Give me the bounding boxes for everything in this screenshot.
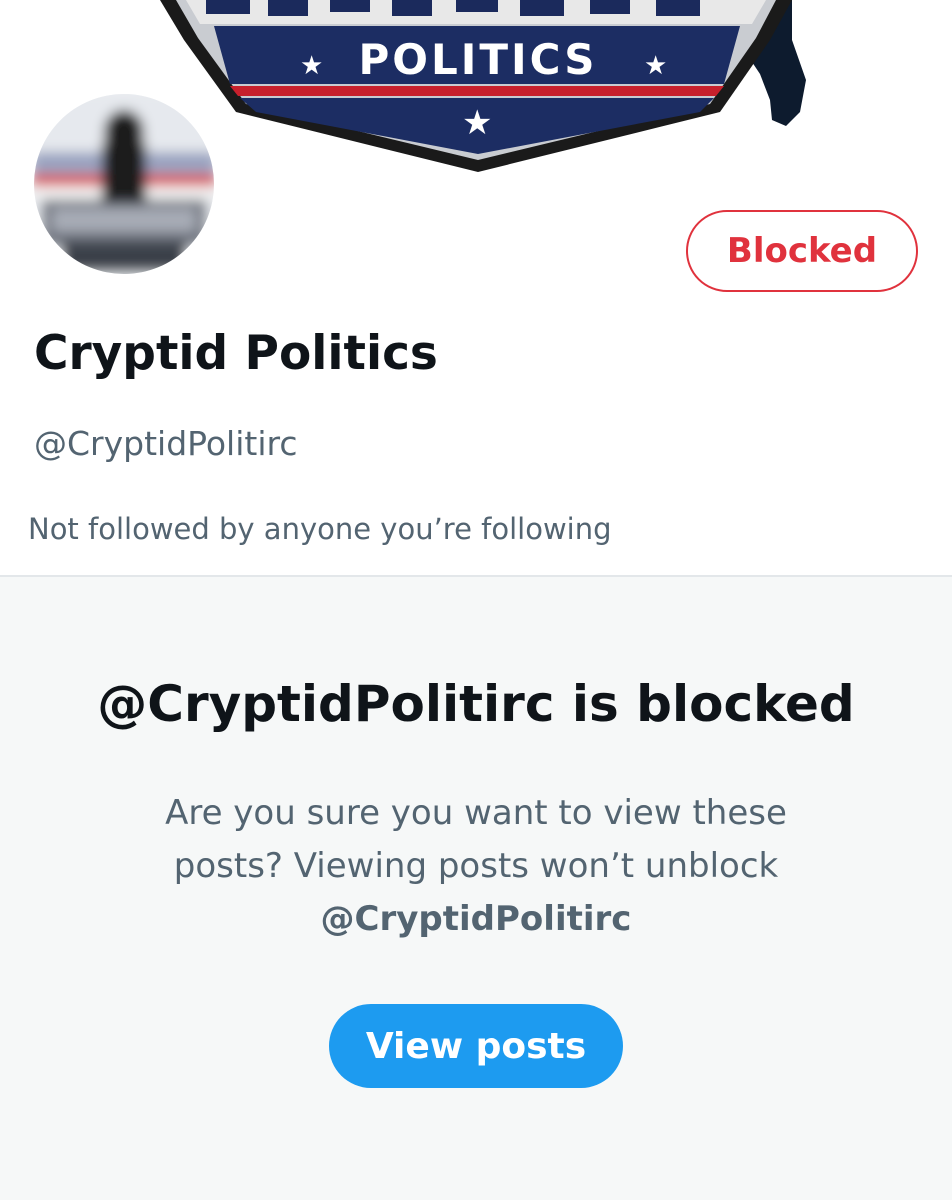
star-icon: ★ xyxy=(644,51,667,81)
banner-red-stripe xyxy=(230,86,724,96)
blocked-notice-description-handle: @CryptidPolitirc xyxy=(320,899,632,939)
profile-handle: @CryptidPolitirc xyxy=(34,424,298,463)
followers-you-know-note[interactable]: Not followed by anyone you’re following xyxy=(28,512,612,546)
view-posts-button[interactable]: View posts xyxy=(329,1004,623,1088)
blocked-notice-panel: @CryptidPolitirc is blocked Are you sure… xyxy=(0,577,952,1200)
profile-page: ★ ★ ★ POLITICS Blocked Cryptid Politics … xyxy=(0,0,952,1200)
blocked-button[interactable]: Blocked xyxy=(686,210,918,292)
avatar[interactable] xyxy=(32,92,216,276)
blocked-notice-title: @CryptidPolitirc is blocked xyxy=(97,675,855,733)
blocked-notice-description-text: Are you sure you want to view these post… xyxy=(165,793,787,886)
star-icon: ★ xyxy=(462,103,492,143)
blocked-notice-description: Are you sure you want to view these post… xyxy=(126,787,826,946)
profile-display-name: Cryptid Politics xyxy=(34,326,438,381)
avatar-image xyxy=(34,94,214,274)
banner-logo-text: POLITICS xyxy=(358,35,597,84)
star-icon: ★ xyxy=(300,51,323,81)
